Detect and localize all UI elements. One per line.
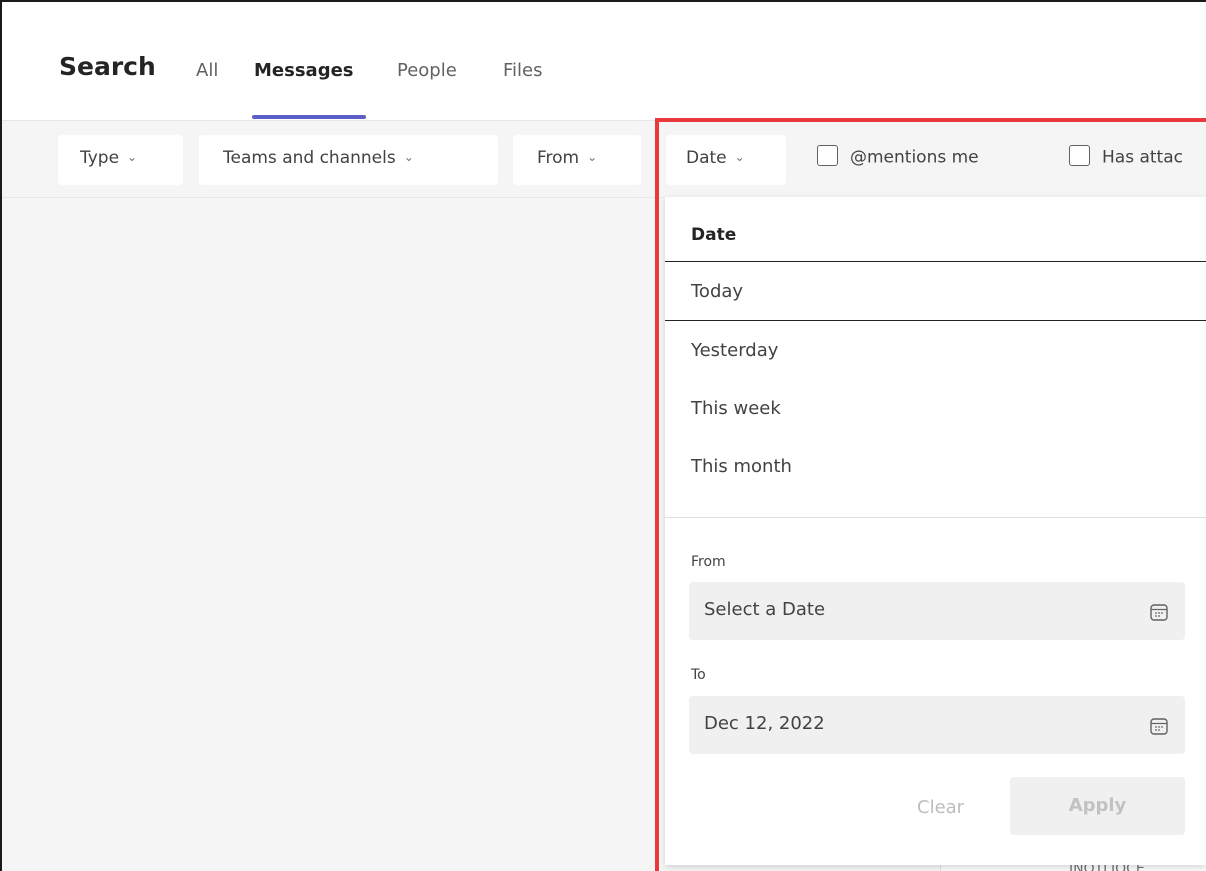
clear-button[interactable]: Clear — [917, 797, 964, 818]
chevron-down-icon: ⌄ — [587, 150, 598, 164]
date-filter-label: Date — [686, 148, 727, 168]
checkbox-box[interactable] — [1069, 145, 1090, 166]
divider — [665, 517, 1206, 518]
apply-button[interactable]: Apply — [1010, 777, 1185, 835]
calendar-icon[interactable] — [1149, 602, 1169, 622]
active-tab-indicator — [252, 115, 366, 119]
from-filter-button[interactable]: From ⌄ — [513, 135, 641, 185]
from-filter-label: From — [537, 148, 580, 168]
page-title: Search — [59, 52, 156, 81]
chevron-down-icon: ⌄ — [127, 150, 138, 164]
selected-option-outline — [665, 261, 1206, 321]
apply-label: Apply — [1068, 795, 1127, 816]
chevron-down-icon: ⌄ — [403, 150, 414, 164]
checkbox-box[interactable] — [817, 145, 838, 166]
date-filter-button[interactable]: Date ⌄ — [666, 135, 786, 185]
tab-messages[interactable]: Messages — [254, 60, 354, 81]
type-filter-button[interactable]: Type ⌄ — [58, 135, 183, 185]
date-filter-dropdown: Date Today Yesterday This week This mont… — [665, 197, 1206, 865]
from-date-placeholder: Select a Date — [704, 599, 826, 620]
option-this-week[interactable]: This week — [691, 398, 781, 419]
to-date-input[interactable]: Dec 12, 2022 — [689, 696, 1185, 754]
option-yesterday[interactable]: Yesterday — [691, 340, 778, 361]
filter-bar: Type ⌄ Teams and channels ⌄ From ⌄ Date ⌄ — [2, 121, 1206, 198]
from-date-label: From — [691, 554, 726, 570]
option-today[interactable]: Today — [691, 281, 743, 302]
from-date-input[interactable]: Select a Date — [689, 582, 1185, 640]
teams-channels-filter-button[interactable]: Teams and channels ⌄ — [199, 135, 498, 185]
dropdown-header: Date — [691, 225, 737, 245]
tab-all[interactable]: All — [196, 60, 218, 81]
teams-filter-label: Teams and channels — [223, 148, 396, 168]
option-this-month[interactable]: This month — [691, 456, 792, 477]
tab-files[interactable]: Files — [503, 60, 543, 81]
type-filter-label: Type — [80, 148, 120, 168]
search-header: Search All Messages People Files — [2, 2, 1206, 121]
tab-people[interactable]: People — [397, 60, 457, 81]
to-date-label: To — [691, 667, 706, 683]
mentions-me-checkbox[interactable]: @mentions me — [817, 145, 979, 168]
has-attachment-label: Has attac — [1102, 147, 1183, 168]
calendar-icon[interactable] — [1149, 716, 1169, 736]
to-date-value: Dec 12, 2022 — [704, 713, 825, 734]
has-attachment-checkbox[interactable]: Has attac — [1069, 145, 1183, 168]
mentions-me-label: @mentions me — [850, 147, 979, 168]
chevron-down-icon: ⌄ — [734, 150, 745, 164]
